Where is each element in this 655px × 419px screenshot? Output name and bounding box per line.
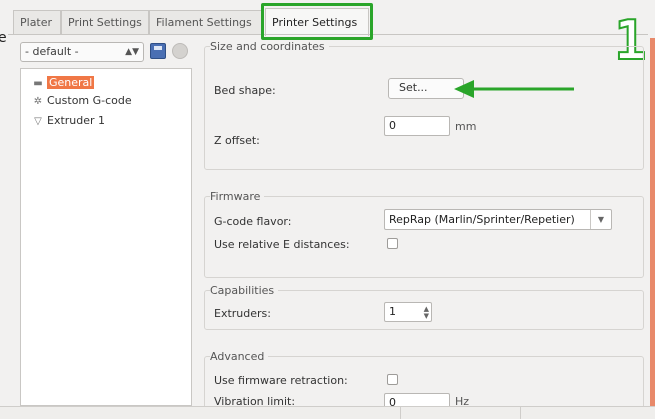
extruders-spinner[interactable]: 1 ▲ ▼ xyxy=(384,302,432,322)
tab-print-settings[interactable]: Print Settings xyxy=(61,10,149,34)
relative-e-label: Use relative E distances: xyxy=(214,238,350,251)
cog-icon: ✲ xyxy=(33,96,43,107)
relative-e-checkbox[interactable] xyxy=(387,238,398,249)
firmware-retraction-label: Use firmware retraction: xyxy=(214,374,348,387)
preset-value: - default - xyxy=(25,45,79,58)
size-section-box xyxy=(204,46,644,170)
status-segment xyxy=(400,407,521,419)
funnel-icon: ▽ xyxy=(34,116,42,127)
vertical-scrollbar[interactable] xyxy=(650,38,655,410)
printer-icon: ▬ xyxy=(33,78,43,89)
bed-shape-label: Bed shape: xyxy=(214,84,276,97)
tree-item-general[interactable]: ▬ General xyxy=(31,75,95,91)
settings-tree: ▬ General ✲ Custom G-code ▽ Extruder 1 xyxy=(20,68,192,406)
save-preset-icon[interactable] xyxy=(150,43,166,59)
tree-item-extruder-1[interactable]: ▽ Extruder 1 xyxy=(31,113,105,129)
tree-item-custom-gcode[interactable]: ✲ Custom G-code xyxy=(31,93,132,109)
tab-plater[interactable]: Plater xyxy=(13,10,61,34)
tab-filament-settings[interactable]: Filament Settings xyxy=(149,10,263,34)
z-offset-input[interactable]: 0 xyxy=(384,116,450,136)
gcode-flavor-label: G-code flavor: xyxy=(214,215,292,228)
chevron-down-icon: ▼ xyxy=(590,210,611,229)
section-title-capabilities: Capabilities xyxy=(210,284,279,297)
tab-bar: Plater Print Settings Filament Settings … xyxy=(0,0,655,40)
firmware-retraction-checkbox[interactable] xyxy=(387,374,398,385)
arrow-pointer-icon xyxy=(454,80,574,98)
z-offset-label: Z offset: xyxy=(214,134,260,147)
section-title-size: Size and coordinates xyxy=(210,40,329,53)
z-offset-unit: mm xyxy=(455,120,477,133)
preset-select[interactable]: - default - ▲▼ xyxy=(20,42,144,62)
extruders-value: 1 xyxy=(389,305,396,318)
status-segment xyxy=(12,407,401,419)
spin-arrows-icon[interactable]: ▲ ▼ xyxy=(424,306,429,320)
extruders-label: Extruders: xyxy=(214,307,271,320)
spin-arrows-icon: ▲▼ xyxy=(125,47,139,57)
settings-panel: Size and coordinates Bed shape: Set... 0… xyxy=(198,38,650,416)
gcode-flavor-select[interactable]: RepRap (Marlin/Sprinter/Repetier) ▼ xyxy=(384,209,612,230)
highlight-box xyxy=(261,3,373,40)
gcode-flavor-value: RepRap (Marlin/Sprinter/Repetier) xyxy=(389,213,575,226)
status-bar xyxy=(0,406,655,419)
section-title-firmware: Firmware xyxy=(210,190,265,203)
section-title-advanced: Advanced xyxy=(210,350,269,363)
delete-preset-icon[interactable] xyxy=(172,43,188,59)
